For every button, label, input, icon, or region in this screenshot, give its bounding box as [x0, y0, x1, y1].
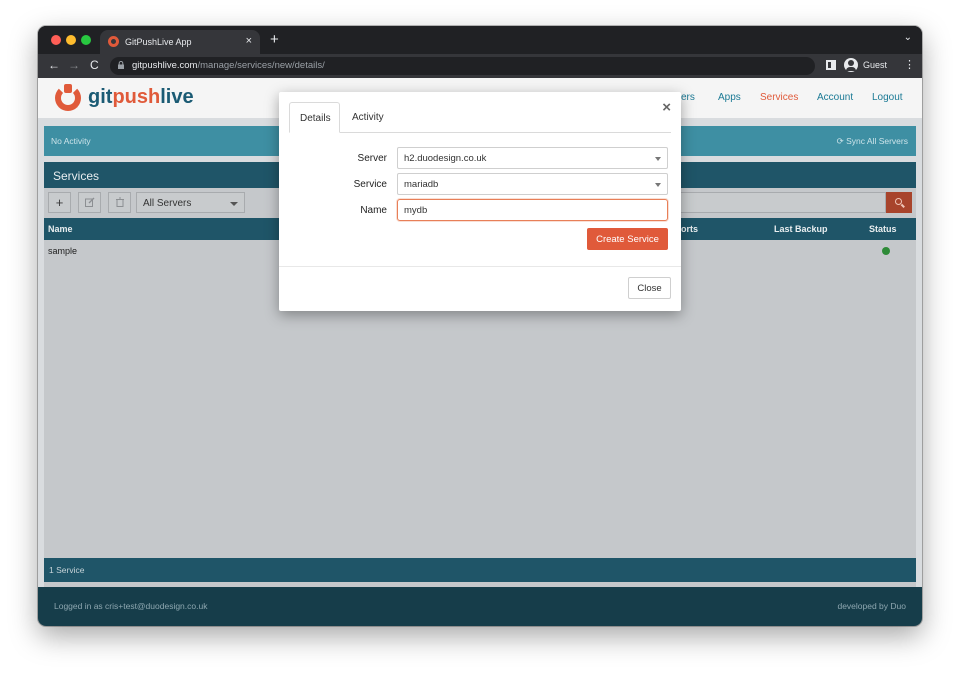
browser-window: GitPushLive App × + ⌄ ← → C gitpushlive.… — [38, 26, 922, 626]
nav-apps[interactable]: Apps — [718, 92, 741, 103]
tab-details-label: Details — [300, 113, 331, 124]
tab-close-icon[interactable]: × — [246, 35, 252, 47]
panel-footer: 1 Service — [44, 558, 916, 582]
service-count: 1 Service — [49, 565, 85, 575]
side-panel-icon[interactable] — [826, 60, 836, 70]
logo-text-prefix: git — [88, 86, 113, 108]
column-ports[interactable]: orts — [681, 224, 698, 234]
panel-title: Services — [53, 169, 100, 183]
nav-logout[interactable]: Logout — [872, 92, 903, 103]
lock-icon — [118, 61, 124, 69]
plus-icon: + — [55, 195, 64, 210]
close-button[interactable]: Close — [628, 277, 671, 299]
dialog-tabs: Details Activity — [289, 102, 671, 133]
logged-in-text: Logged in as cris+test@duodesign.co.uk — [54, 601, 208, 611]
column-name[interactable]: Name — [48, 224, 73, 234]
column-status[interactable]: Status — [869, 224, 897, 234]
nav-account[interactable]: Account — [817, 92, 853, 103]
tab-activity-label: Activity — [352, 112, 384, 123]
new-tab-button[interactable]: + — [270, 31, 279, 48]
activity-status: No Activity — [51, 136, 91, 146]
add-service-button[interactable]: + — [48, 192, 71, 213]
browser-tab-bar: GitPushLive App × + ⌄ — [38, 26, 922, 54]
name-label: Name — [360, 205, 387, 216]
url-path: /manage/services/new/details/ — [197, 60, 325, 71]
browser-tab[interactable]: GitPushLive App × — [100, 30, 260, 54]
status-ok-icon — [882, 247, 890, 255]
sync-all-servers-link[interactable]: ⟳ Sync All Servers — [837, 136, 908, 147]
chevron-down-icon — [655, 183, 661, 187]
server-filter-select[interactable]: All Servers — [136, 192, 245, 213]
service-name-cell: sample — [48, 246, 78, 256]
server-filter-value: All Servers — [143, 198, 192, 209]
logo-text-accent: push — [112, 86, 161, 108]
site-footer: Logged in as cris+test@duodesign.co.uk d… — [38, 587, 922, 626]
nav-services[interactable]: Services — [760, 92, 798, 103]
url-text: gitpushlive.com/manage/services/new/deta… — [132, 60, 325, 71]
server-label: Server — [357, 153, 387, 164]
edit-service-button[interactable] — [78, 192, 101, 213]
minimize-window-button[interactable] — [66, 35, 76, 45]
developer-credit: developed by Duo — [837, 601, 906, 611]
tab-details[interactable]: Details — [289, 102, 340, 133]
browser-menu-icon[interactable]: ⋮ — [904, 58, 915, 71]
forward-button[interactable]: → — [68, 58, 80, 72]
search-icon — [895, 198, 902, 205]
server-select[interactable]: h2.duodesign.co.uk — [397, 147, 668, 169]
service-label: Service — [353, 179, 387, 190]
column-last-backup[interactable]: Last Backup — [774, 224, 828, 234]
sync-icon: ⟳ — [836, 136, 847, 146]
service-name-input[interactable] — [397, 199, 668, 221]
close-window-button[interactable] — [51, 35, 61, 45]
tab-title: GitPushLive App — [125, 37, 192, 47]
caret-down-icon — [230, 202, 238, 206]
service-select[interactable]: mariadb — [397, 173, 668, 195]
delete-service-button[interactable] — [108, 192, 131, 213]
chevron-down-icon — [655, 157, 661, 161]
url-host: gitpushlive.com — [132, 60, 198, 71]
web-page: gitpushlive vers Apps Services Account L… — [38, 78, 922, 626]
search-input[interactable] — [680, 192, 886, 213]
logo-text-suffix: live — [160, 86, 194, 108]
address-bar[interactable]: gitpushlive.com/manage/services/new/deta… — [110, 57, 815, 75]
tab-search-chevron-icon[interactable]: ⌄ — [904, 32, 912, 43]
sync-label: Sync All Servers — [846, 136, 908, 146]
zoom-window-button[interactable] — [81, 35, 91, 45]
create-service-button[interactable]: Create Service — [587, 228, 668, 250]
reload-button[interactable]: C — [90, 58, 99, 72]
search-button[interactable] — [886, 192, 912, 213]
new-service-dialog: × Details Activity Server h2.duodesign.c… — [279, 92, 681, 311]
gitpushlive-logo-icon — [55, 84, 81, 111]
profile-label: Guest — [863, 60, 888, 70]
back-button[interactable]: ← — [48, 58, 60, 72]
service-select-value: mariadb — [404, 179, 439, 190]
site-logo[interactable]: gitpushlive — [88, 86, 194, 109]
trash-icon — [115, 197, 124, 207]
server-select-value: h2.duodesign.co.uk — [404, 153, 487, 164]
edit-icon — [84, 197, 94, 207]
gitpushlive-favicon-icon — [108, 36, 119, 47]
guest-avatar-icon — [844, 58, 858, 72]
browser-toolbar: ← → C gitpushlive.com/manage/services/ne… — [38, 54, 922, 78]
dialog-divider — [279, 266, 681, 267]
